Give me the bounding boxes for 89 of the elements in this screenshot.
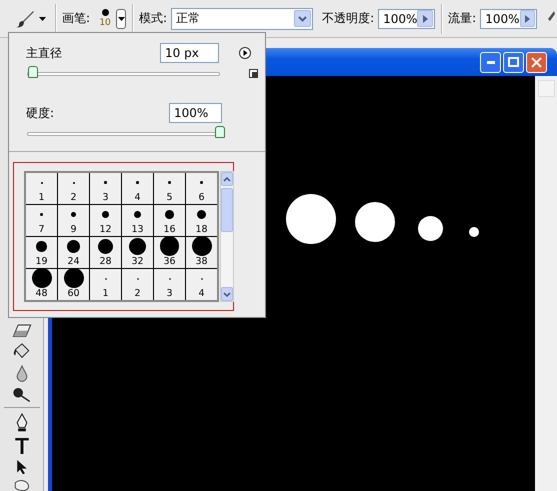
brush-tip-icon xyxy=(165,210,174,219)
minimize-button[interactable] xyxy=(480,52,501,72)
brush-stroke-dot xyxy=(418,216,443,241)
paint-bucket-icon[interactable] xyxy=(12,342,32,360)
brush-stroke-dot xyxy=(469,227,479,237)
brush-preset[interactable]: 19 xyxy=(26,237,57,268)
brush-icon xyxy=(15,8,35,28)
triangle-right-icon xyxy=(422,14,428,22)
brush-stroke-dot xyxy=(355,202,395,242)
brush-tip-icon xyxy=(64,268,84,288)
brush-preset[interactable]: 4 xyxy=(122,173,153,204)
eraser-icon[interactable] xyxy=(12,324,32,338)
brush-preset[interactable]: 9 xyxy=(58,205,89,236)
chevron-up-icon xyxy=(223,176,231,182)
brush-preset[interactable]: 7 xyxy=(26,205,57,236)
brush-tip-icon xyxy=(192,236,212,256)
chevron-down-icon xyxy=(298,16,308,22)
brush-tip-icon xyxy=(98,238,114,254)
brush-preview-icon xyxy=(102,9,109,16)
maximize-button[interactable] xyxy=(503,52,524,72)
brush-size-text: 10 xyxy=(99,18,111,28)
arrow-cursor-icon[interactable] xyxy=(16,459,28,474)
brush-tip-icon xyxy=(128,238,146,256)
custom-shape-icon[interactable] xyxy=(12,479,30,491)
brush-tip-icon xyxy=(32,268,52,288)
brush-preset[interactable]: 38 xyxy=(186,237,217,268)
panel-menu-icon[interactable] xyxy=(239,47,251,59)
brush-preset[interactable]: 12 xyxy=(90,205,121,236)
brush-preset[interactable]: 1 xyxy=(26,173,57,204)
brush-preset[interactable]: 13 xyxy=(122,205,153,236)
diameter-field[interactable]: 10 px xyxy=(160,43,219,63)
close-button[interactable] xyxy=(526,52,547,72)
brush-preset[interactable]: 1 xyxy=(90,269,121,300)
brush-preset[interactable]: 18 xyxy=(186,205,217,236)
brush-tip-icon xyxy=(36,241,47,252)
brush-tip-icon xyxy=(134,210,142,218)
slider-thumb[interactable] xyxy=(215,126,225,138)
brush-tip-icon xyxy=(168,181,171,184)
brush-tip-icon xyxy=(196,210,206,220)
slider-thumb[interactable] xyxy=(28,66,38,78)
mode-dropdown[interactable]: 正常 xyxy=(171,8,314,30)
flow-field[interactable]: 100% xyxy=(480,8,538,28)
brush-preset[interactable]: 60 xyxy=(58,269,89,300)
brush-preset[interactable]: 36 xyxy=(154,237,185,268)
brush-preset[interactable]: 28 xyxy=(90,237,121,268)
brush-preset[interactable]: 5 xyxy=(154,173,185,204)
master-diameter-label: 主直径 xyxy=(26,44,62,62)
vertical-scrollbar[interactable] xyxy=(220,171,234,302)
brush-tip-icon xyxy=(104,181,107,184)
caret-icon xyxy=(118,16,125,20)
type-tool-icon[interactable] xyxy=(14,438,28,454)
mode-label: 模式: xyxy=(139,10,168,27)
scroll-down-button[interactable] xyxy=(221,287,233,301)
brush-tip-icon xyxy=(160,236,180,256)
brush-preset[interactable]: 6 xyxy=(186,173,217,204)
brush-preset[interactable]: 3 xyxy=(154,269,185,300)
brush-label: 画笔: xyxy=(62,10,90,27)
dodge-tool-icon[interactable] xyxy=(10,387,32,402)
brush-stroke-dot xyxy=(286,194,336,244)
brush-preset[interactable]: 16 xyxy=(154,205,185,236)
brush-picker-button[interactable] xyxy=(116,8,126,28)
new-preset-icon[interactable] xyxy=(249,68,258,78)
brush-preset[interactable]: 24 xyxy=(58,237,89,268)
hardness-label: 硬度: xyxy=(26,104,54,122)
opacity-label: 不透明度: xyxy=(322,10,374,27)
brush-preset[interactable]: 3 xyxy=(90,173,121,204)
chevron-down-icon xyxy=(223,292,231,296)
minimize-icon xyxy=(486,60,494,64)
caret-icon xyxy=(39,16,46,20)
close-icon xyxy=(531,56,542,68)
brush-tip-icon xyxy=(200,180,204,184)
brush-preset[interactable]: 4 xyxy=(186,269,217,300)
blur-drop-icon[interactable] xyxy=(14,364,28,382)
hardness-field[interactable]: 100% xyxy=(169,103,222,123)
brush-preset[interactable]: 2 xyxy=(122,269,153,300)
brush-preset[interactable]: 2 xyxy=(58,173,89,204)
maximize-icon xyxy=(508,57,519,67)
pen-icon[interactable] xyxy=(14,413,28,433)
brush-preset[interactable]: 48 xyxy=(26,269,57,300)
brush-tip-icon xyxy=(71,212,76,217)
triangle-right-icon xyxy=(524,14,530,22)
scroll-thumb[interactable] xyxy=(221,188,233,232)
brush-tip-icon xyxy=(40,212,44,216)
brush-tip-icon xyxy=(136,181,139,184)
brush-tip-icon xyxy=(66,240,80,254)
flow-label: 流量: xyxy=(448,10,476,27)
brush-preset[interactable]: 32 xyxy=(122,237,153,268)
opacity-field[interactable]: 100% xyxy=(378,8,436,28)
brush-tip-icon xyxy=(102,211,109,218)
